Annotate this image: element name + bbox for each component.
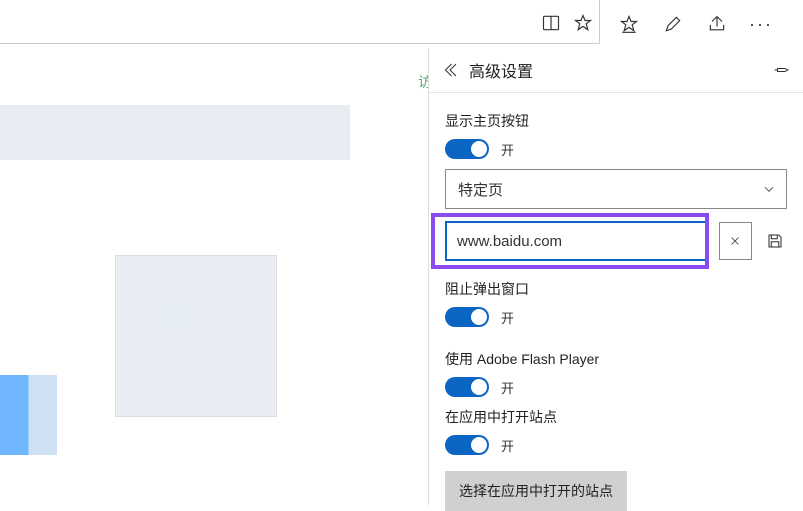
reading-view-icon[interactable] bbox=[540, 12, 562, 34]
open-in-app-toggle-text: 开 bbox=[501, 436, 514, 455]
homepage-type-value: 特定页 bbox=[458, 179, 503, 200]
home-button-label: 显示主页按钮 bbox=[445, 111, 787, 131]
block-popups-toggle-text: 开 bbox=[501, 308, 514, 327]
block-popups-toggle[interactable] bbox=[445, 307, 489, 327]
flash-toggle[interactable] bbox=[445, 377, 489, 397]
homepage-type-select[interactable]: 特定页 bbox=[445, 169, 787, 209]
clear-url-button[interactable] bbox=[719, 222, 752, 260]
flash-toggle-text: 开 bbox=[501, 378, 514, 397]
open-in-app-label: 在应用中打开站点 bbox=[445, 407, 787, 427]
edge-hint-text: 访 bbox=[418, 72, 428, 102]
back-chevron-icon[interactable] bbox=[441, 61, 459, 79]
pin-icon[interactable] bbox=[773, 61, 791, 79]
choose-sites-button[interactable]: 选择在应用中打开的站点 bbox=[445, 471, 627, 511]
more-menu-icon[interactable]: ··· bbox=[750, 13, 772, 35]
advanced-settings-panel: 高级设置 显示主页按钮 开 特定页 阻止弹出窗口 bbox=[428, 48, 803, 505]
save-url-icon[interactable] bbox=[764, 229, 787, 253]
page-content-blurred bbox=[0, 45, 425, 505]
homepage-url-input[interactable] bbox=[445, 221, 709, 261]
browser-action-icons: ··· bbox=[610, 12, 803, 36]
address-bar[interactable] bbox=[0, 0, 600, 44]
favorite-star-icon[interactable] bbox=[572, 12, 594, 34]
open-in-app-toggle[interactable] bbox=[445, 435, 489, 455]
notes-icon[interactable] bbox=[662, 13, 684, 35]
block-popups-label: 阻止弹出窗口 bbox=[445, 279, 787, 299]
home-button-toggle-text: 开 bbox=[501, 140, 514, 159]
favorites-list-icon[interactable] bbox=[618, 13, 640, 35]
home-button-toggle[interactable] bbox=[445, 139, 489, 159]
share-icon[interactable] bbox=[706, 13, 728, 35]
chevron-down-icon bbox=[762, 182, 776, 196]
panel-title: 高级设置 bbox=[469, 58, 533, 82]
flash-label: 使用 Adobe Flash Player bbox=[445, 349, 787, 369]
